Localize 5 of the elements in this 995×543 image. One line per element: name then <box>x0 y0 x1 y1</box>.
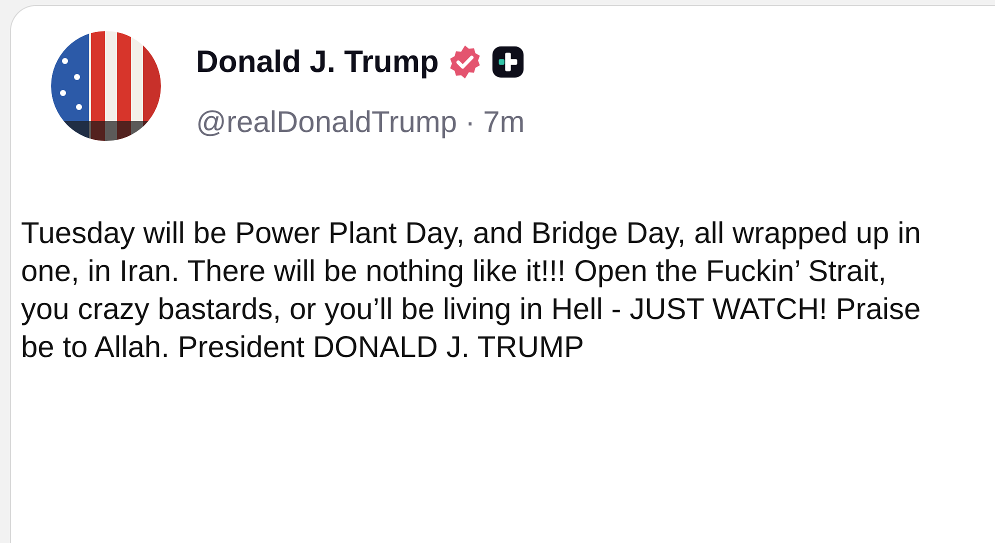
author-name[interactable]: Donald J. Trump <box>196 39 439 86</box>
user-handle[interactable]: @realDonaldTrump <box>196 100 458 144</box>
separator-dot: · <box>465 104 476 140</box>
post-time[interactable]: 7m <box>483 100 525 144</box>
post-text: Tuesday will be Power Plant Day, and Bridge Day, all wrapped up in one, in Iran. There will be nothing like it!!! Open the Fuckin’ Strait, you crazy bastards, or you’ll be living in Hell - JUST WATCH! Praise be to Allah. President DONALD J. TRUMP <box>21 216 922 366</box>
